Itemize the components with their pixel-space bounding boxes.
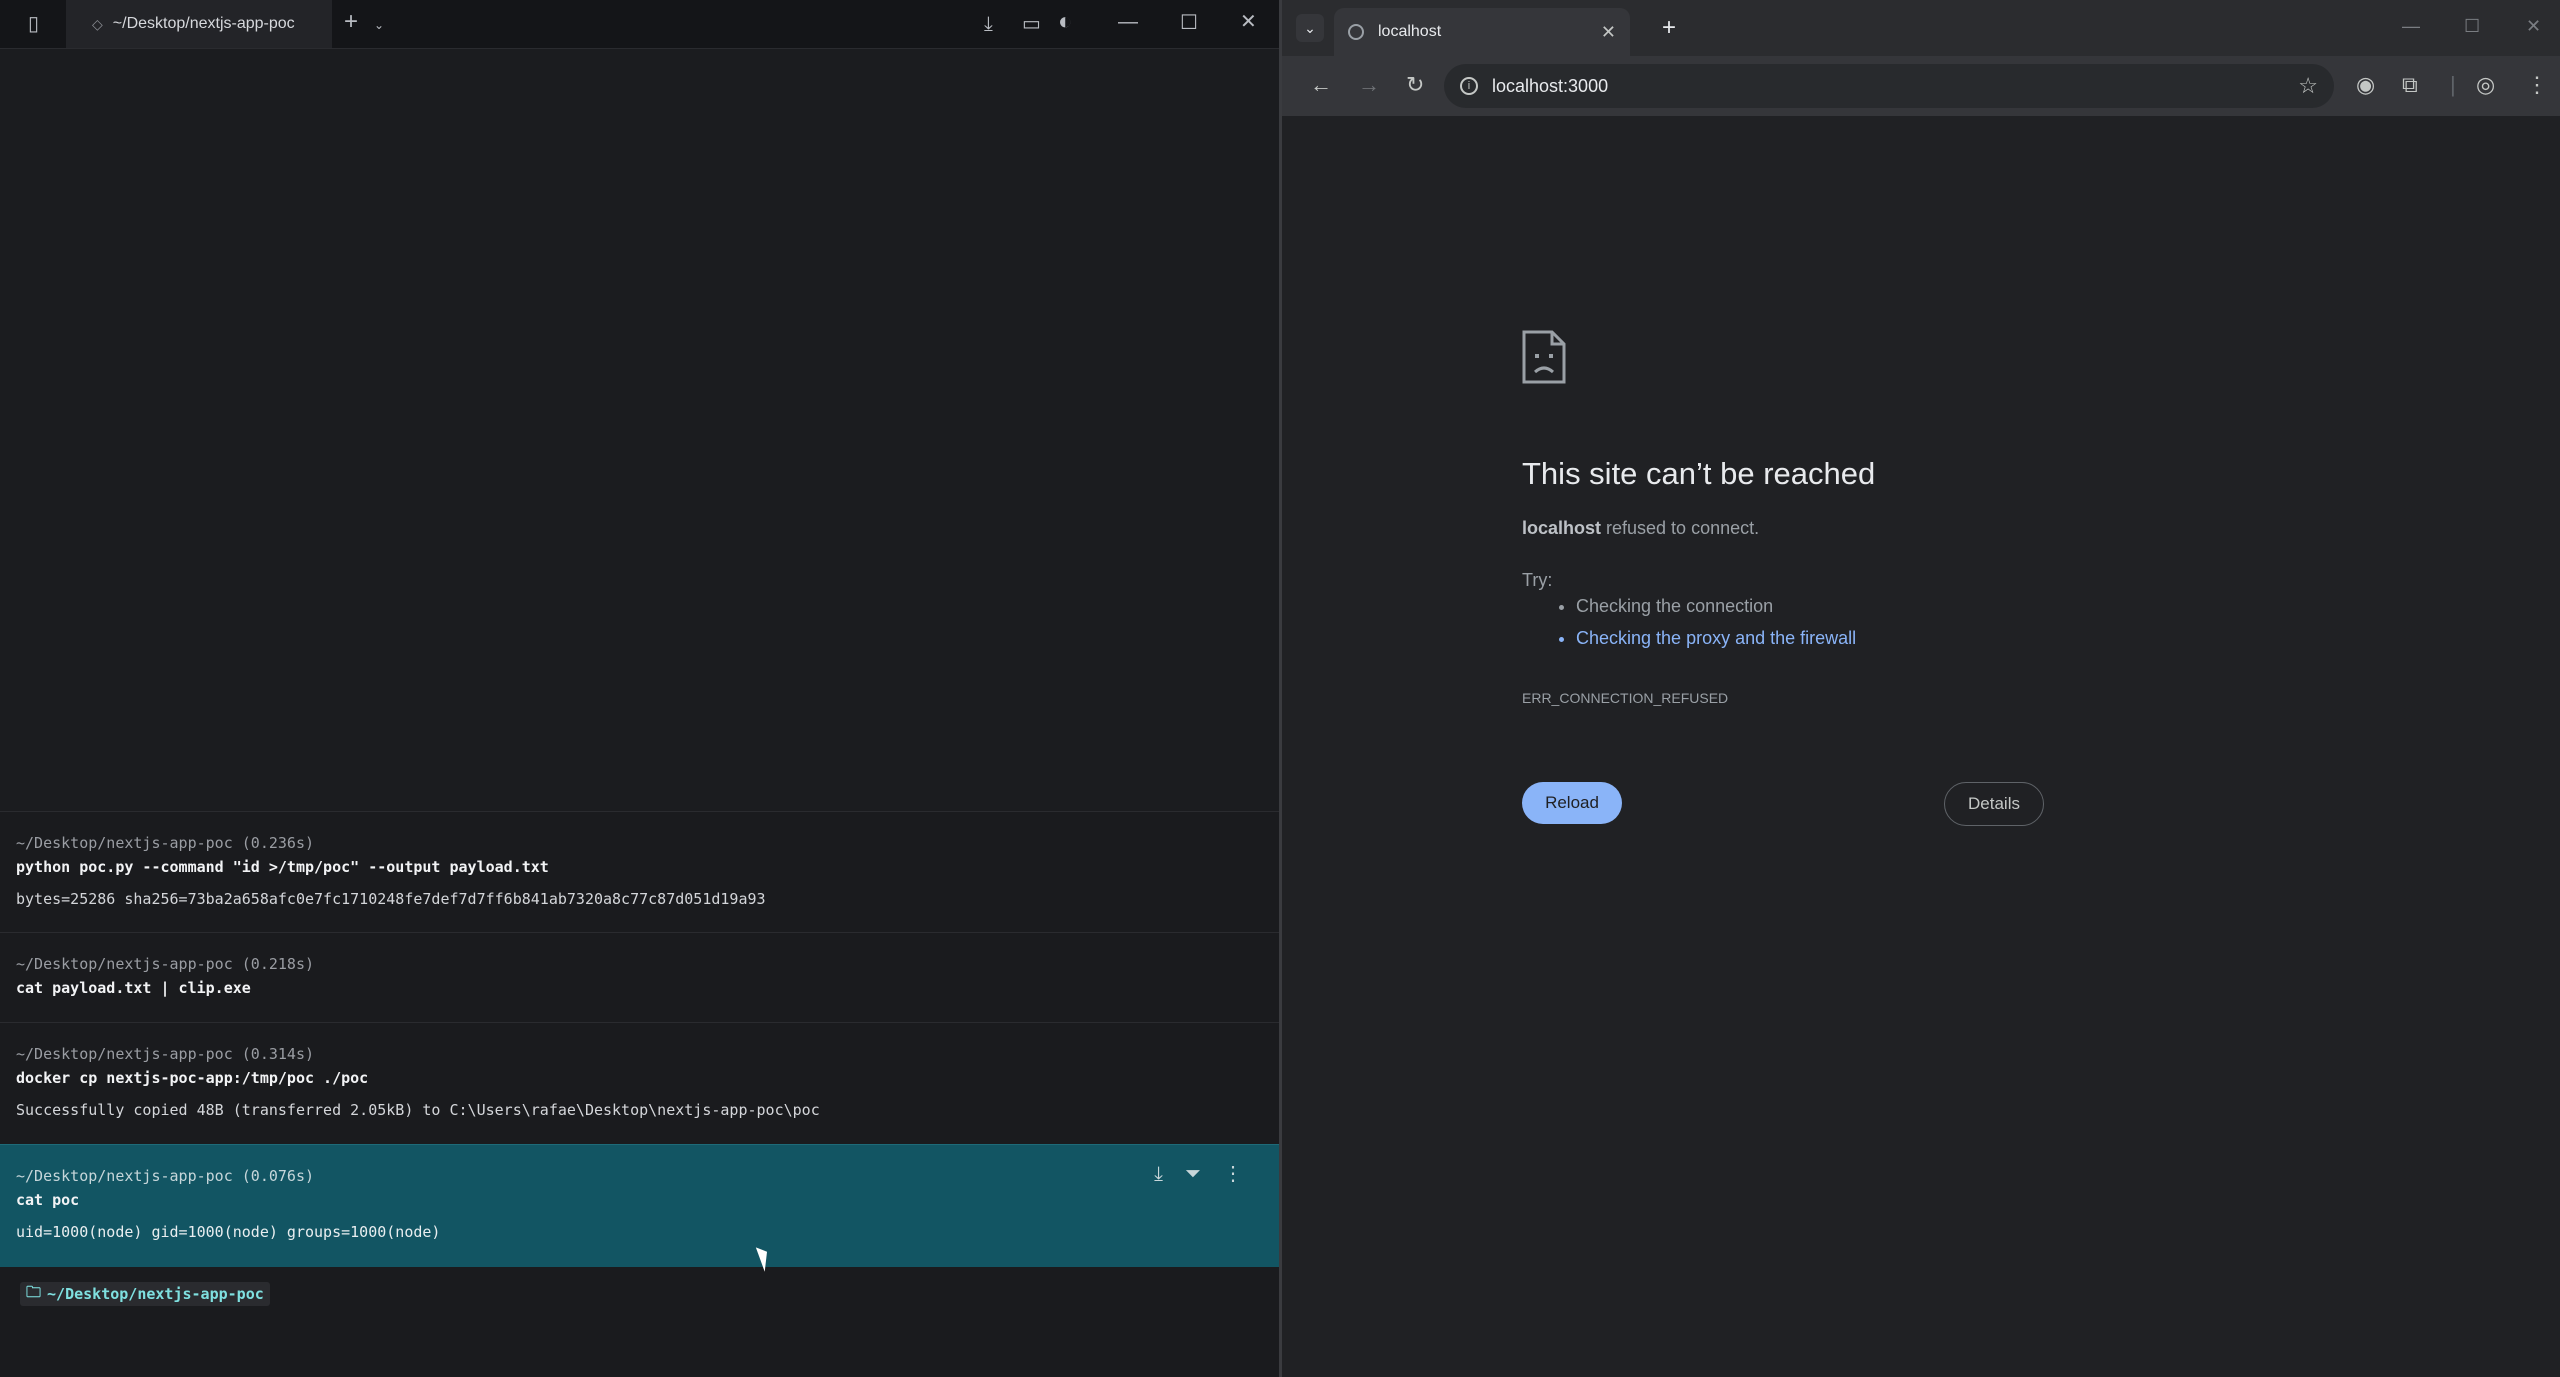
inbox-icon[interactable]: ▭ (1022, 14, 1041, 34)
suggestion-link[interactable]: Checking the proxy and the firewall (1576, 622, 1856, 654)
terminal-tab[interactable]: ◇ ~/Desktop/nextjs-app-poc (66, 0, 332, 48)
maximize-icon[interactable]: ☐ (2464, 16, 2480, 37)
url-text: localhost:3000 (1492, 75, 1609, 96)
terminal-window: ▯ ◇ ~/Desktop/nextjs-app-poc + ⌄ ⤓ ▭ ◐ —… (0, 0, 1279, 1377)
block-command: python poc.py --command "id >/tmp/poc" -… (16, 858, 549, 876)
prompt-path: ~/Desktop/nextjs-app-poc (47, 1285, 264, 1303)
folder-icon: 🗀 (26, 1282, 42, 1301)
forward-icon[interactable]: → (1358, 72, 1380, 98)
block-meta: ~/Desktop/nextjs-app-poc (0.076s) (16, 1167, 315, 1185)
refresh-icon[interactable]: ↻ (1406, 72, 1424, 98)
prompt-path-chip[interactable]: 🗀 ~/Desktop/nextjs-app-poc (20, 1282, 270, 1306)
details-button[interactable]: Details (1944, 782, 2044, 826)
new-tab-icon[interactable]: + (1662, 14, 1676, 42)
extension-badge-icon[interactable]: ◉ (2356, 72, 2375, 98)
block-output: uid=1000(node) gid=1000(node) groups=100… (16, 1223, 441, 1241)
bookmark-star-icon[interactable]: ☆ (2298, 73, 2318, 99)
minimize-icon[interactable]: — (2402, 16, 2420, 37)
block-command: docker cp nextjs-poc-app:/tmp/poc ./poc (16, 1069, 369, 1087)
browser-window: ⌄ localhost ✕ + — ☐ ✕ ← → ↻ i localhost:… (1282, 0, 2560, 1377)
block-meta: ~/Desktop/nextjs-app-poc (0.236s) (16, 834, 315, 852)
extensions-puzzle-icon[interactable]: ⧉ (2402, 72, 2418, 98)
error-code: ERR_CONNECTION_REFUSED (1522, 690, 1729, 706)
command-block[interactable]: ~/Desktop/nextjs-app-poc (0.218s) cat pa… (0, 932, 1279, 1023)
profile-icon[interactable]: ◎ (2476, 72, 2495, 98)
browser-tab-title: localhost (1378, 23, 1442, 40)
download-icon[interactable]: ⤓ (984, 14, 993, 34)
close-icon[interactable]: ✕ (2526, 16, 2541, 37)
tab-diamond-icon: ◇ (92, 15, 103, 32)
block-output: bytes=25286 sha256=73ba2a658afc0e7fc1710… (16, 890, 766, 908)
browser-tab[interactable]: localhost ✕ (1334, 8, 1630, 56)
maximize-icon[interactable]: ☐ (1180, 13, 1198, 33)
address-bar[interactable]: i localhost:3000 ☆ (1444, 64, 2334, 108)
block-command: cat payload.txt | clip.exe (16, 979, 251, 997)
site-info-icon[interactable]: i (1460, 77, 1478, 95)
reload-button[interactable]: Reload (1522, 782, 1622, 824)
command-block[interactable]: ~/Desktop/nextjs-app-poc (0.236s) python… (0, 811, 1279, 933)
tab-search-icon[interactable]: ⌄ (1296, 14, 1324, 42)
block-toolbar: ⤓ ⏷ ⋮ (1154, 1161, 1243, 1185)
error-title: This site can’t be reached (1522, 456, 1876, 491)
browser-toolbar: ← → ↻ i localhost:3000 ☆ ◉ ⧉ | ◎ ⋮ (1282, 56, 2560, 116)
terminal-empty-area (0, 49, 1279, 811)
close-icon[interactable]: ✕ (1240, 12, 1257, 32)
toolbar-separator: | (2450, 72, 2456, 97)
save-output-icon[interactable]: ⤓ (1154, 1161, 1163, 1185)
terminal-tab-title: ~/Desktop/nextjs-app-poc (112, 15, 295, 32)
suggestion-item: Checking the connection (1576, 590, 1856, 622)
block-meta: ~/Desktop/nextjs-app-poc (0.314s) (16, 1045, 315, 1063)
close-tab-icon[interactable]: ✕ (1601, 22, 1616, 43)
filter-icon[interactable]: ⏷ (1185, 1161, 1201, 1185)
block-command: cat poc (16, 1191, 80, 1209)
block-meta: ~/Desktop/nextjs-app-poc (0.218s) (16, 955, 315, 973)
error-host: localhost (1522, 518, 1602, 538)
avatar[interactable]: ◐ (1058, 10, 1073, 34)
back-icon[interactable]: ← (1310, 72, 1332, 98)
new-tab-button[interactable]: + (344, 10, 358, 34)
command-block-selected[interactable]: ~/Desktop/nextjs-app-poc (0.076s) cat po… (0, 1144, 1279, 1267)
terminal-titlebar: ▯ ◇ ~/Desktop/nextjs-app-poc + ⌄ ⤓ ▭ ◐ —… (0, 0, 1279, 49)
globe-icon (1348, 24, 1364, 40)
menu-icon[interactable]: ⋮ (2526, 72, 2548, 98)
minimize-icon[interactable]: — (1118, 12, 1138, 32)
browser-tabbar: ⌄ localhost ✕ + — ☐ ✕ (1282, 0, 2560, 56)
sidebar-toggle-icon[interactable]: ▯ (28, 14, 39, 34)
chevron-down-icon[interactable]: ⌄ (374, 15, 384, 35)
error-message: localhost refused to connect. (1522, 518, 1759, 539)
command-block[interactable]: ~/Desktop/nextjs-app-poc (0.314s) docker… (0, 1022, 1279, 1145)
suggestions-list: Checking the connection Checking the pro… (1522, 590, 1856, 654)
error-message-text: refused to connect. (1601, 518, 1760, 538)
more-options-icon[interactable]: ⋮ (1223, 1161, 1243, 1185)
sad-document-icon (1522, 330, 1566, 384)
block-output: Successfully copied 48B (transferred 2.0… (16, 1101, 820, 1119)
try-label: Try: (1522, 570, 1553, 590)
